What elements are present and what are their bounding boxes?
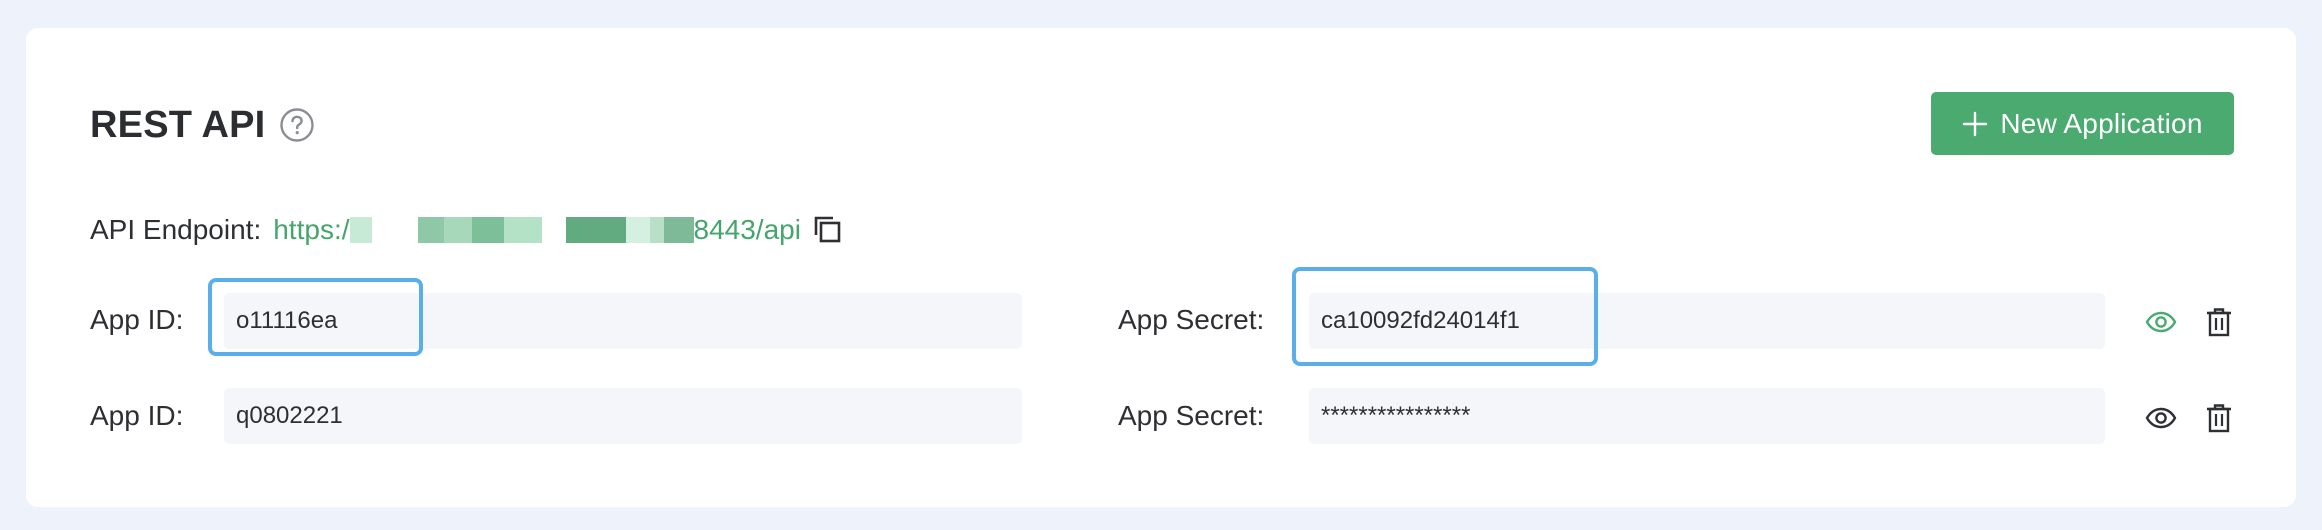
plus-icon (1963, 111, 1988, 136)
api-endpoint-url-prefix: https:/ (273, 214, 350, 245)
trash-icon[interactable] (2203, 402, 2235, 434)
app-secret-field[interactable]: ca10092fd24014f1 (1309, 293, 2105, 349)
eye-icon[interactable] (2145, 306, 2177, 338)
app-id-label: App ID: (90, 304, 184, 335)
new-application-button[interactable]: New Application (1931, 92, 2234, 155)
redacted-host-block (349, 215, 694, 245)
app-id-value: q0802221 (236, 402, 343, 429)
question-circle-icon[interactable] (279, 107, 315, 143)
app-id-field[interactable]: o11116ea (224, 293, 1022, 349)
copy-icon[interactable] (811, 213, 845, 247)
api-endpoint-label: API Endpoint: (90, 214, 262, 245)
section-title: REST API (90, 103, 266, 146)
api-endpoint-url-suffix: 8443/api (693, 214, 801, 245)
app-secret-label: App Secret: (1118, 304, 1265, 335)
trash-icon[interactable] (2203, 306, 2235, 338)
eye-icon[interactable] (2145, 402, 2177, 434)
app-secret-label: App Secret: (1118, 400, 1265, 431)
section-header: REST API (90, 98, 315, 152)
api-endpoint-row: API Endpoint: https:/ 8443/api (90, 210, 845, 250)
app-secret-field[interactable]: **************** (1309, 388, 2105, 444)
new-application-label: New Application (2000, 107, 2203, 139)
app-id-field[interactable]: q0802221 (224, 388, 1022, 444)
app-id-label: App ID: (90, 400, 184, 431)
app-secret-value: ca10092fd24014f1 (1321, 307, 1520, 334)
app-secret-value: **************** (1321, 402, 1471, 429)
api-endpoint-url[interactable]: https:/ 8443/api (273, 214, 801, 246)
app-id-value: o11116ea (236, 307, 338, 334)
